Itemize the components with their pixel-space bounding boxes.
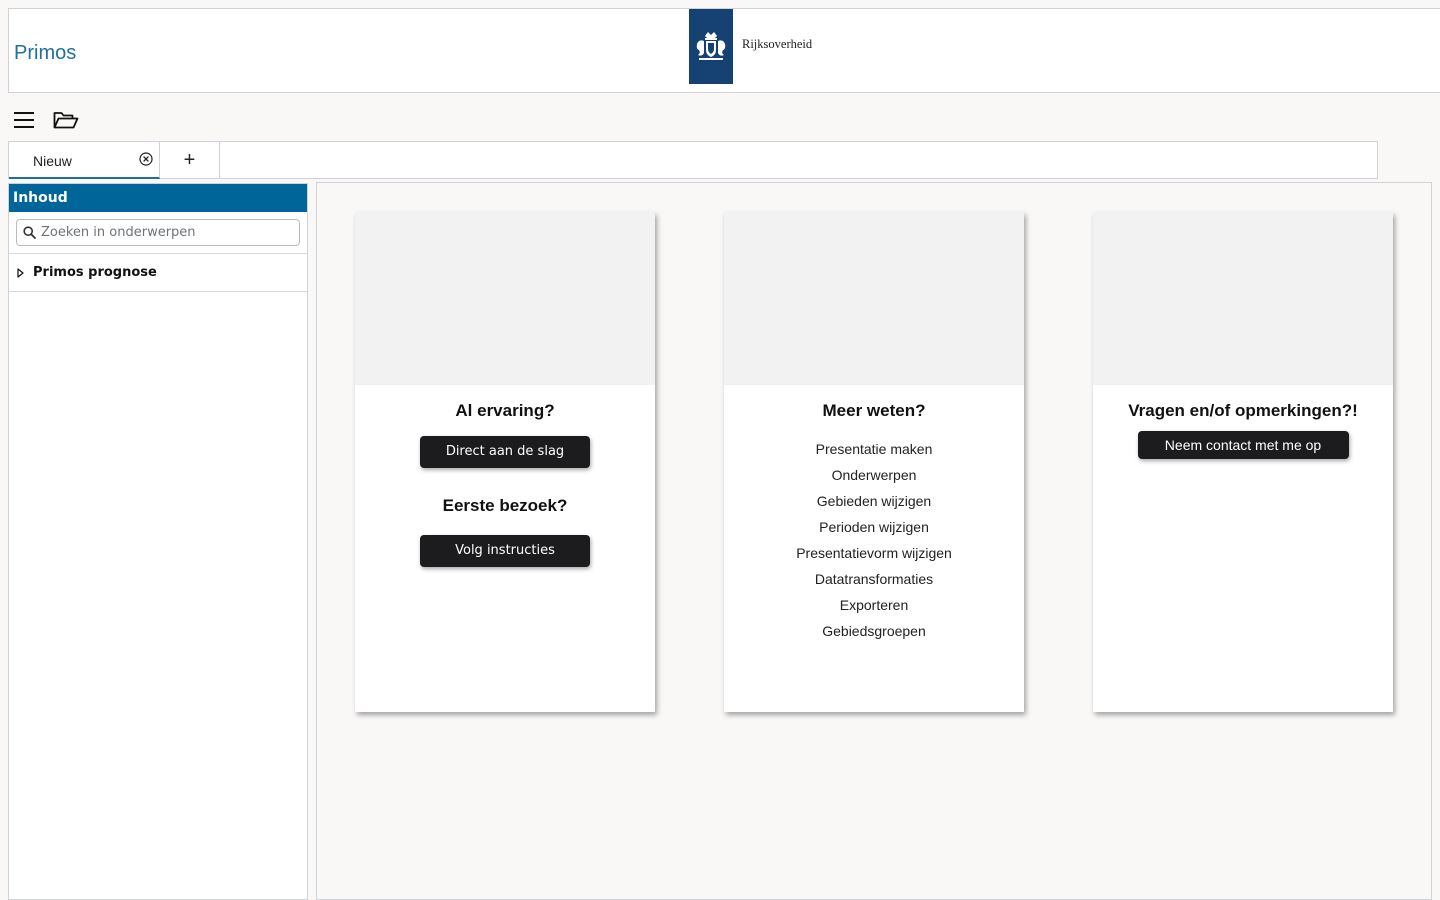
help-link[interactable]: Gebiedsgroepen	[724, 622, 1024, 648]
search-icon	[23, 226, 36, 239]
app-header: Primos Rijksoverheid	[8, 8, 1440, 93]
help-link[interactable]: Gebieden wijzigen	[724, 492, 1024, 518]
sidebar-title: Inhoud	[9, 184, 307, 212]
help-link[interactable]: Presentatie maken	[724, 440, 1024, 466]
toolbar	[8, 104, 90, 136]
expand-triangle-icon[interactable]	[17, 267, 24, 278]
rijksoverheid-logo: Rijksoverheid	[689, 9, 812, 84]
menu-button[interactable]	[8, 104, 42, 136]
tab-nieuw[interactable]: Nieuw	[9, 142, 160, 179]
plus-icon: +	[183, 149, 196, 171]
app-title[interactable]: Primos	[14, 42, 76, 65]
card-title: Al ervaring?	[455, 401, 555, 420]
card-contact: Vragen en/of opmerkingen?! Neem contact …	[1093, 212, 1393, 712]
card-info: Meer weten? Presentatie maken Onderwerpe…	[724, 212, 1024, 712]
main-content: Al ervaring? Direct aan de slag Eerste b…	[316, 182, 1432, 900]
sidebar: Inhoud Primos prognose	[8, 183, 308, 900]
card-image-placeholder	[724, 212, 1024, 385]
help-link[interactable]: Presentatievorm wijzigen	[724, 544, 1024, 570]
tab-label: Nieuw	[33, 153, 72, 169]
open-button[interactable]	[49, 104, 83, 136]
card-title: Vragen en/of opmerkingen?!	[1128, 401, 1358, 420]
help-link[interactable]: Onderwerpen	[724, 466, 1024, 492]
help-link[interactable]: Datatransformaties	[724, 570, 1024, 596]
search-box	[16, 219, 300, 246]
search-input[interactable]	[39, 224, 293, 241]
card-image-placeholder	[355, 212, 655, 385]
hamburger-menu-icon	[14, 112, 34, 128]
add-tab-button[interactable]: +	[160, 142, 220, 179]
card-image-placeholder	[1093, 212, 1393, 385]
help-links-list: Presentatie maken Onderwerpen Gebieden w…	[724, 440, 1024, 648]
logo-text: Rijksoverheid	[742, 37, 813, 51]
sidebar-item-label: Primos prognose	[33, 265, 157, 280]
tab-bar: Nieuw +	[8, 141, 1378, 179]
contact-button[interactable]: Neem contact met me op	[1137, 431, 1349, 459]
open-folder-icon	[53, 112, 79, 129]
close-tab-icon[interactable]	[139, 152, 153, 166]
sidebar-search	[9, 212, 307, 254]
card-title: Meer weten?	[822, 401, 926, 420]
help-link[interactable]: Exporteren	[724, 596, 1024, 622]
follow-instructions-button[interactable]: Volg instructies	[420, 535, 590, 567]
coat-of-arms-icon	[689, 9, 733, 84]
help-link[interactable]: Perioden wijzigen	[724, 518, 1024, 544]
card-experience: Al ervaring? Direct aan de slag Eerste b…	[355, 212, 655, 712]
card-title-first-visit: Eerste bezoek?	[442, 496, 568, 515]
sidebar-item-primos-prognose[interactable]: Primos prognose	[9, 254, 307, 292]
direct-start-button[interactable]: Direct aan de slag	[420, 436, 590, 468]
